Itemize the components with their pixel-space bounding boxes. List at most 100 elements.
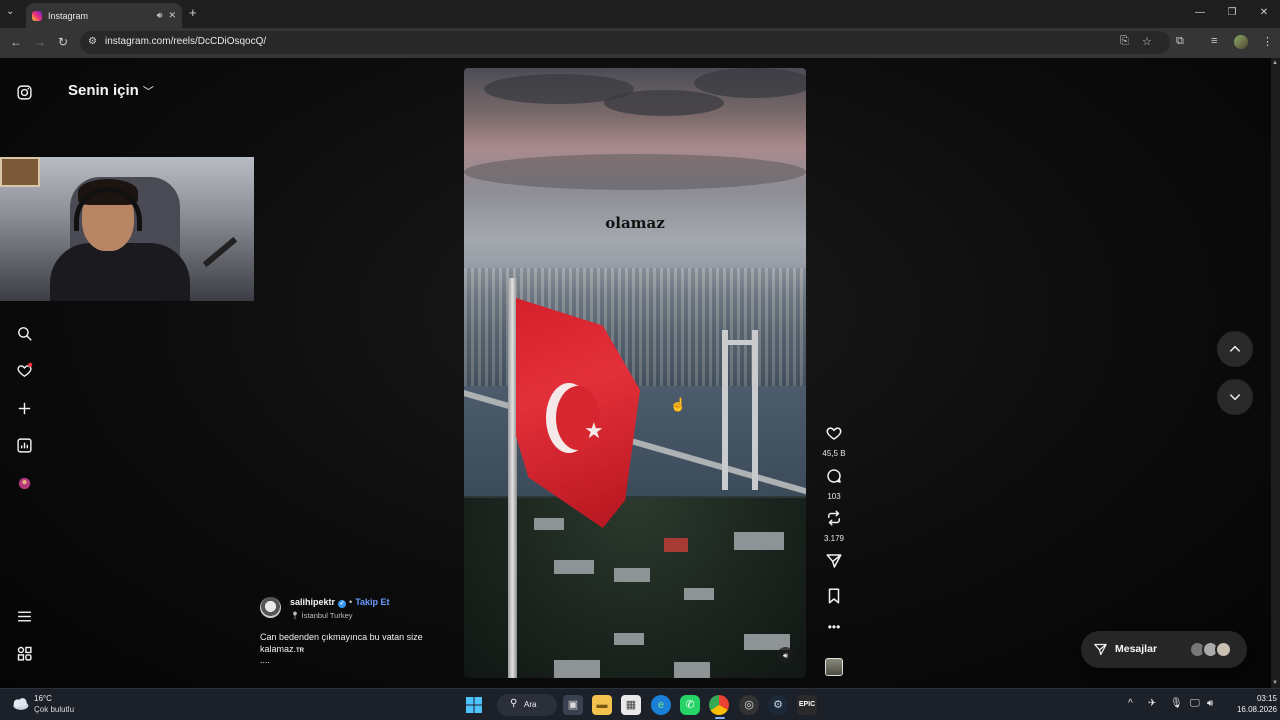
messages-button[interactable]: Mesajlar (1081, 631, 1247, 668)
streamer-body (50, 243, 190, 301)
volume-icon[interactable]: 🔊︎ (1207, 698, 1213, 709)
more-options-button[interactable]: ••• (820, 620, 848, 634)
insights-chart-icon[interactable] (16, 437, 33, 454)
share-button[interactable] (820, 552, 848, 575)
browser-profile-avatar[interactable] (1234, 35, 1248, 49)
extensions-icon[interactable]: ⧉ (1176, 35, 1184, 48)
webcam-overlay (0, 157, 254, 301)
media-control-icon[interactable]: ≡ (1211, 35, 1217, 47)
instagram-logo-icon[interactable] (16, 84, 33, 101)
site-info-icon[interactable]: ⚙ (88, 36, 97, 47)
follow-button[interactable]: Takip Et (355, 597, 389, 607)
url-text[interactable]: instagram.com/reels/DcCDiOsqocQ/ (105, 36, 266, 47)
chevron-up-icon (1229, 345, 1241, 352)
repost-button[interactable]: 3.179 (820, 509, 848, 543)
taskbar-search[interactable]: ⚲ Ara (497, 694, 557, 716)
send-paper-plane-icon (826, 554, 842, 568)
tab-list-chevron-icon[interactable]: ⌄ (6, 6, 14, 17)
author-row: salihipektr ✓ • Takip Et (290, 597, 390, 608)
microphone-icon[interactable]: 🎙︎ (1170, 698, 1183, 709)
cloud (694, 68, 806, 98)
scroll-down-arrow-icon[interactable]: ▼ (1272, 680, 1278, 686)
feed-selector[interactable]: Senin için ﹀ (68, 82, 154, 99)
author-username[interactable]: salihipektr (290, 597, 335, 607)
show-hidden-icons-chevron-icon[interactable]: ^ (1128, 698, 1133, 709)
cloudy-weather-icon[interactable] (10, 696, 30, 712)
steam-icon[interactable]: ⚙ (768, 695, 788, 715)
page-scrollbar[interactable]: ▲ ▼ (1271, 58, 1280, 688)
new-tab-button[interactable]: + (189, 5, 197, 20)
address-bar[interactable]: ⚙ instagram.com/reels/DcCDiOsqocQ/ (80, 31, 1170, 54)
menu-hamburger-icon[interactable] (16, 608, 33, 625)
weather-temperature[interactable]: 16°C (34, 694, 52, 703)
location-row[interactable]: 📍︎ İstanbul Turkey (290, 611, 352, 620)
browser-tab-instagram[interactable]: Instagram 🔊︎ ✕ (26, 3, 182, 28)
obs-studio-icon[interactable]: ◎ (739, 695, 759, 715)
repost-count: 3.179 (823, 534, 845, 543)
install-app-icon[interactable]: ⎘ (1120, 35, 1129, 48)
close-window-button[interactable]: ✕ (1248, 0, 1280, 28)
reload-button[interactable]: ↻ (58, 35, 68, 49)
browser-menu-icon[interactable]: ⋮ (1262, 35, 1273, 48)
comment-bubble-icon (827, 469, 841, 483)
audio-toggle-icon[interactable]: 🔊︎ (777, 647, 794, 664)
next-reel-button[interactable] (1217, 379, 1253, 415)
back-button[interactable]: ← (10, 35, 22, 49)
like-count: 45,5 B (822, 449, 846, 458)
edge-browser-icon[interactable]: e (651, 695, 671, 715)
minimize-button[interactable]: — (1184, 0, 1216, 28)
create-plus-icon[interactable] (16, 400, 33, 417)
clock-date[interactable]: 16.08.2026 (1222, 705, 1277, 714)
weather-description[interactable]: Çok bulutlu (34, 705, 74, 714)
chrome-browser-icon[interactable] (709, 695, 729, 715)
save-button[interactable] (820, 587, 848, 610)
scroll-up-arrow-icon[interactable]: ▲ (1272, 60, 1278, 66)
bookmark-star-icon[interactable]: ☆ (1142, 35, 1152, 48)
wall-poster (0, 157, 40, 187)
microphone-arm (202, 236, 238, 268)
feed-title-label: Senin için (68, 82, 139, 99)
search-icon[interactable] (16, 325, 33, 342)
tab-audio-icon[interactable]: 🔊︎ (157, 10, 163, 21)
hand-cursor-icon: ☝ (670, 397, 687, 412)
house (614, 568, 650, 582)
tray-app-icon[interactable]: ✈ (1148, 698, 1156, 709)
network-icon[interactable]: 🖵︎ (1190, 698, 1200, 709)
reel-video[interactable]: ★ olamaz 🔊︎ (464, 68, 806, 678)
contact-avatar (1215, 641, 1232, 658)
profile-avatar-icon[interactable] (16, 475, 33, 492)
clock-time[interactable]: 03:15 (1237, 694, 1277, 703)
microsoft-store-icon[interactable]: ▦ (621, 695, 641, 715)
notifications-heart-icon[interactable] (16, 362, 33, 379)
audio-thumbnail[interactable] (825, 658, 843, 676)
author-avatar[interactable] (260, 597, 281, 618)
epic-games-icon[interactable]: EPIC (797, 695, 817, 715)
also-from-meta-icon[interactable] (16, 645, 33, 662)
like-button[interactable]: 45,5 B (820, 424, 848, 458)
comment-button[interactable]: 103 (820, 467, 848, 501)
heart-icon (826, 427, 842, 440)
task-view-icon[interactable]: ▣ (563, 695, 583, 715)
caption-more-link[interactable]: .... (260, 655, 270, 665)
reel-overlay-text: olamaz (605, 214, 665, 232)
more-dots-icon: ••• (827, 620, 841, 634)
search-icon: ⚲ (510, 698, 518, 709)
restore-button[interactable]: ❐ (1216, 0, 1248, 28)
house (614, 633, 644, 645)
location-label: İstanbul Turkey (301, 611, 353, 620)
active-app-indicator (715, 717, 725, 719)
file-explorer-icon[interactable]: ▬ (592, 695, 612, 715)
instagram-page: Senin için ﹀ ★ olamaz 🔊︎ ☝ 45,5 B 103 3.… (0, 58, 1280, 688)
previous-reel-button[interactable] (1217, 331, 1253, 367)
cloud-band (464, 154, 806, 190)
tab-close-icon[interactable]: ✕ (168, 10, 176, 21)
whatsapp-icon[interactable]: ✆ (680, 695, 700, 715)
flag-pole (508, 278, 517, 678)
forward-button[interactable]: → (34, 35, 46, 49)
location-pin-icon: 📍︎ (290, 611, 300, 620)
separator-dot: • (349, 597, 353, 607)
house (534, 518, 564, 530)
browser-tab-bar: ⌄ Instagram 🔊︎ ✕ + — ❐ ✕ (0, 0, 1280, 28)
windows-start-icon[interactable] (464, 695, 484, 715)
windows-taskbar: 16°C Çok bulutlu ⚲ Ara ▣ ▬ ▦ e ✆ ◎ ⚙ EPI… (0, 688, 1280, 720)
